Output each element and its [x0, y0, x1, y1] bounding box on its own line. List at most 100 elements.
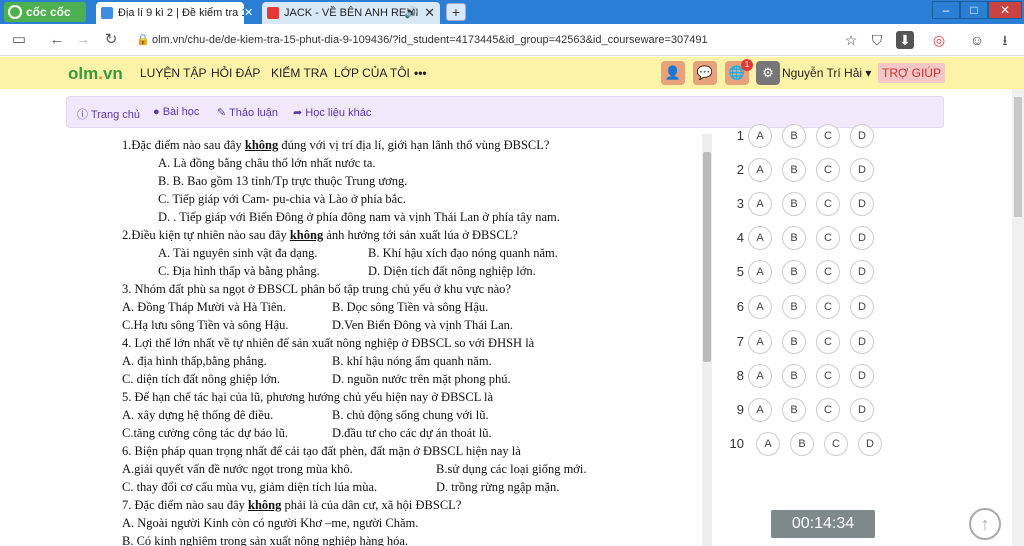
- answer-option-c[interactable]: C: [816, 364, 840, 388]
- brand-label: cốc cốc: [26, 5, 71, 19]
- answer-option-a[interactable]: A: [756, 432, 780, 456]
- subnav-hoc-lieu-khac[interactable]: ➦ Học liệu khác: [293, 106, 371, 119]
- scroll-to-top-button[interactable]: ↑: [969, 508, 1001, 540]
- user-avatar[interactable]: ⚙: [756, 61, 780, 85]
- answer-option-b[interactable]: B: [782, 124, 806, 148]
- back-button[interactable]: ←: [48, 31, 66, 49]
- tab-close-button[interactable]: ✕: [424, 2, 435, 24]
- tab-dia-li[interactable]: Địa lí 9 kì 2 | Đề kiểm tra 15 p: [96, 2, 244, 24]
- answer-option-b[interactable]: B: [782, 260, 806, 284]
- answer-option-c[interactable]: C: [816, 158, 840, 182]
- answer-option-c[interactable]: C: [816, 124, 840, 148]
- answer-option-b[interactable]: B: [782, 364, 806, 388]
- sidebar-toggle-icon[interactable]: ▭: [10, 31, 28, 49]
- answer-option-d[interactable]: D: [850, 226, 874, 250]
- answer-option-b[interactable]: B: [782, 226, 806, 250]
- question-number: 7: [736, 334, 744, 349]
- answer-option-b[interactable]: B: [782, 192, 806, 216]
- tab-youtube[interactable]: JACK - VỀ BÊN ANH REMI 🔊 ✕: [262, 2, 440, 24]
- answer-option-b[interactable]: B: [782, 295, 806, 319]
- answer-option-c[interactable]: C: [816, 260, 840, 284]
- answer-option-c[interactable]: C: [816, 192, 840, 216]
- nav-hoi-dap[interactable]: HỎI ĐÁP: [211, 66, 260, 80]
- forward-button[interactable]: →: [74, 31, 92, 49]
- answer-option-c[interactable]: C: [816, 330, 840, 354]
- doc-text: C. diện tích đất nông ghiệp lớn.: [122, 372, 280, 386]
- minimize-button[interactable]: –: [932, 1, 960, 19]
- nav-kiem-tra[interactable]: KIỂM TRA: [271, 66, 327, 80]
- doc-line: 1.Đặc điểm nào sau đây không đúng với vị…: [122, 136, 622, 154]
- extension-icon[interactable]: ◎: [930, 31, 948, 49]
- tab-close-button[interactable]: ✕: [244, 2, 260, 24]
- answer-option-b[interactable]: B: [790, 432, 814, 456]
- url-field[interactable]: 🔒 olm.vn/chu-de/de-kiem-tra-15-phut-dia-…: [134, 29, 834, 51]
- olm-logo[interactable]: olm.vn: [68, 64, 123, 84]
- answer-row: 7ABCD: [720, 330, 900, 356]
- subnav-bai-hoc[interactable]: ● Bài học: [153, 106, 199, 118]
- nav-more[interactable]: •••: [414, 66, 427, 80]
- answer-option-a[interactable]: A: [748, 398, 772, 422]
- subnav-label: Học liệu khác: [305, 107, 372, 119]
- doc-text: C. Địa hình thấp và bằng phẳng.: [158, 264, 320, 278]
- answer-option-d[interactable]: D: [850, 398, 874, 422]
- answer-option-a[interactable]: A: [748, 226, 772, 250]
- doc-line: A. Ngoài người Kinh còn có người Khơ –me…: [122, 514, 622, 532]
- answer-option-b[interactable]: B: [782, 330, 806, 354]
- close-window-button[interactable]: ✕: [988, 1, 1022, 19]
- doc-line: D. . Tiếp giáp với Biển Đông ở phía đông…: [122, 208, 622, 226]
- reload-button[interactable]: ↻: [102, 31, 120, 49]
- question-number: 4: [736, 230, 744, 245]
- answer-option-d[interactable]: D: [850, 364, 874, 388]
- answer-option-a[interactable]: A: [748, 330, 772, 354]
- answer-option-a[interactable]: A: [748, 364, 772, 388]
- new-tab-button[interactable]: +: [446, 3, 466, 21]
- answer-option-c[interactable]: C: [816, 226, 840, 250]
- answer-option-a[interactable]: A: [748, 124, 772, 148]
- answer-option-a[interactable]: A: [748, 158, 772, 182]
- answer-option-c[interactable]: C: [816, 295, 840, 319]
- profile-avatar-icon[interactable]: ☺: [968, 31, 986, 49]
- bookmark-star-icon[interactable]: ☆: [842, 31, 860, 49]
- download-page-icon[interactable]: ⬇: [896, 31, 914, 49]
- answer-option-d[interactable]: D: [850, 260, 874, 284]
- tab-title: Địa lí 9 kì 2 | Đề kiểm tra 15 p: [118, 7, 244, 19]
- doc-text: C.Hạ lưu sông Tiền và sông Hậu.: [122, 318, 289, 332]
- answer-option-a[interactable]: A: [748, 260, 772, 284]
- answer-option-c[interactable]: C: [816, 398, 840, 422]
- help-button[interactable]: TRỢ GIÚP: [878, 63, 945, 83]
- answer-option-d[interactable]: D: [850, 192, 874, 216]
- nav-luyen-tap[interactable]: LUYỆN TẬP: [140, 66, 206, 80]
- answer-option-b[interactable]: B: [782, 158, 806, 182]
- answer-option-d[interactable]: D: [850, 124, 874, 148]
- page-scroll-thumb[interactable]: [1014, 97, 1022, 217]
- answer-option-b[interactable]: B: [782, 398, 806, 422]
- answer-option-c[interactable]: C: [824, 432, 848, 456]
- user-menu[interactable]: Nguyễn Trí Hải ▾: [782, 66, 871, 80]
- doc-line: 5. Để hạn chế tác hại của lũ, phương hướ…: [122, 388, 622, 406]
- coccoc-menu-button[interactable]: cốc cốc: [4, 2, 86, 22]
- subnav-trang-chu[interactable]: ⓘ Trang chủ: [77, 106, 140, 122]
- answer-option-a[interactable]: A: [748, 192, 772, 216]
- subnav-thao-luan[interactable]: ✎ Thảo luận: [217, 106, 278, 119]
- answer-option-d[interactable]: D: [850, 158, 874, 182]
- audio-icon[interactable]: 🔊: [404, 2, 418, 24]
- doc-line: 4. Lợi thế lớn nhất về tự nhiên để sản x…: [122, 334, 622, 352]
- doc-emphasis: không: [289, 228, 324, 242]
- answer-option-a[interactable]: A: [748, 295, 772, 319]
- downloads-icon[interactable]: ⭳: [996, 31, 1014, 49]
- subnav-label: Thảo luận: [229, 107, 279, 119]
- content-scrollbar[interactable]: [702, 134, 712, 546]
- add-friend-icon[interactable]: 👤: [661, 61, 685, 85]
- maximize-button[interactable]: □: [960, 1, 988, 19]
- content-scroll-thumb[interactable]: [703, 152, 711, 362]
- answer-option-d[interactable]: D: [850, 295, 874, 319]
- answer-option-d[interactable]: D: [850, 330, 874, 354]
- doc-text: đúng với vị trí địa lí, giới hạn lãnh th…: [278, 138, 550, 152]
- doc-line: A. xây dựng hệ thống đê điều. B. chủ động…: [122, 406, 622, 424]
- shield-icon[interactable]: ⛉: [868, 31, 886, 49]
- page-scrollbar[interactable]: [1012, 89, 1024, 546]
- answer-option-d[interactable]: D: [858, 432, 882, 456]
- arrow-up-icon: ↑: [980, 514, 990, 534]
- nav-lop-cua-toi[interactable]: LỚP CỦA TÔI: [334, 66, 410, 80]
- messages-icon[interactable]: 💬: [693, 61, 717, 85]
